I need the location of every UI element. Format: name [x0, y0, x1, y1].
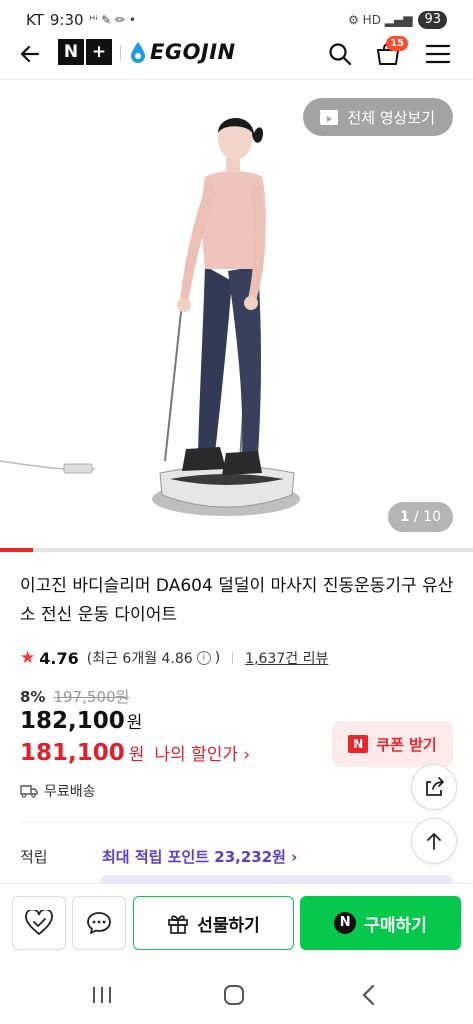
- recent-rating-close: ): [214, 650, 221, 666]
- gift-label: 선물하기: [197, 915, 260, 936]
- shipping-row: 무료배송: [20, 781, 96, 801]
- arrow-left-icon: [20, 45, 40, 63]
- signal-icons: ⚙ HD ▂▄▆: [348, 13, 413, 27]
- system-back-button[interactable]: [348, 981, 388, 1009]
- share-button[interactable]: [411, 764, 457, 810]
- buy-button[interactable]: N 구매하기: [300, 896, 461, 950]
- chat-bubble-icon: [87, 912, 111, 934]
- rating-separator: [232, 652, 234, 664]
- chevron-left-icon: [362, 984, 375, 1006]
- heart-check-icon: [25, 910, 53, 936]
- my-discount-price: 181,100: [20, 740, 125, 766]
- product-title: 이고진 바디슬리머 DA604 덜덜이 마사지 진동운동기구 유산소 전신 운동…: [20, 576, 454, 625]
- buy-label: 구매하기: [364, 915, 427, 936]
- arrow-up-icon: [427, 833, 441, 850]
- coupon-label: 쿠폰 받기: [376, 735, 437, 754]
- my-discount-price-unit: 원: [128, 745, 145, 765]
- hamburger-icon: [426, 44, 450, 64]
- notification-icons: ᴴⁱ ✎ ✏ •: [89, 13, 136, 27]
- battery-indicator: 93: [418, 11, 447, 29]
- rating-row: ★ 4.76 (최근 6개월 4.86 i) 1,637건 리뷰: [20, 648, 328, 668]
- gift-button[interactable]: 선물하기: [133, 896, 294, 950]
- wishlist-button[interactable]: [12, 896, 66, 950]
- points-row: 적립 최대 적립 포인트 23,232원 ›: [20, 846, 297, 867]
- menu-button[interactable]: [420, 36, 456, 72]
- naver-coupon-icon: N: [348, 735, 369, 753]
- naver-pay-icon: N: [334, 912, 357, 934]
- nplus-plus: +: [86, 39, 112, 65]
- image-progress-track: [0, 548, 473, 552]
- my-discount-link[interactable]: 나의 할인가 ›: [154, 740, 250, 765]
- product-photo: [0, 117, 300, 516]
- image-counter: 1 / 10: [387, 502, 453, 532]
- drop-logo-icon: [131, 42, 145, 63]
- watch-video-button[interactable]: 전체 영상보기: [303, 98, 453, 136]
- carrier-label: KT: [26, 11, 44, 29]
- discount-percent: 8%: [20, 687, 46, 706]
- scroll-top-button[interactable]: [411, 818, 457, 864]
- info-icon[interactable]: i: [196, 651, 211, 665]
- coupon-button[interactable]: N 쿠폰 받기: [332, 721, 453, 767]
- watch-video-label: 전체 영상보기: [347, 108, 435, 127]
- product-image[interactable]: 전체 영상보기 1 / 10: [0, 81, 473, 548]
- search-button[interactable]: [322, 36, 358, 72]
- points-label: 적립: [20, 848, 48, 866]
- brand-name: EGOJIN: [150, 40, 236, 64]
- cart-count-badge: 15: [386, 36, 408, 51]
- my-price-row[interactable]: 181,100 원 나의 할인가 ›: [20, 740, 250, 766]
- back-button[interactable]: [14, 36, 46, 72]
- nplus-n: N: [58, 39, 84, 65]
- share-icon: [426, 777, 444, 796]
- image-total: / 10: [409, 509, 441, 525]
- header-divider: [120, 45, 121, 61]
- system-nav-bar: [0, 965, 473, 1024]
- gift-icon: [168, 915, 189, 934]
- original-price: 197,500원: [53, 688, 130, 706]
- video-clapper-icon: [320, 110, 339, 125]
- shipping-label: 무료배송: [44, 784, 96, 800]
- star-icon: ★: [20, 648, 36, 668]
- discount-row: 8% 197,500원: [20, 686, 129, 707]
- app-header: N + EGOJIN 15: [0, 30, 473, 80]
- clock: 9:30: [49, 11, 84, 29]
- talk-button[interactable]: [72, 896, 126, 950]
- recents-button[interactable]: [82, 981, 122, 1009]
- section-divider: [20, 822, 453, 823]
- sale-price-unit: 원: [126, 713, 143, 733]
- cart-button[interactable]: 15: [370, 36, 408, 72]
- recent-rating: (최근 6개월 4.86: [86, 651, 193, 667]
- brand-logo[interactable]: EGOJIN: [130, 40, 236, 64]
- bottom-action-bar: 선물하기 N 구매하기: [0, 883, 473, 965]
- sale-price: 182,100: [20, 708, 125, 734]
- price-row: 182,100 원: [20, 708, 142, 734]
- points-value-link[interactable]: 최대 적립 포인트 23,232원 ›: [102, 846, 297, 867]
- image-current: 1: [399, 509, 410, 525]
- search-icon: [329, 43, 352, 66]
- rating-value: 4.76: [39, 648, 79, 668]
- recents-icon: [93, 987, 111, 1003]
- home-icon: [224, 985, 244, 1005]
- review-count-link[interactable]: 1,637건 리뷰: [245, 648, 328, 668]
- truck-icon: [20, 785, 38, 798]
- nplus-store-badge[interactable]: N +: [58, 39, 112, 65]
- home-button[interactable]: [214, 981, 254, 1009]
- image-progress-fill: [0, 548, 34, 552]
